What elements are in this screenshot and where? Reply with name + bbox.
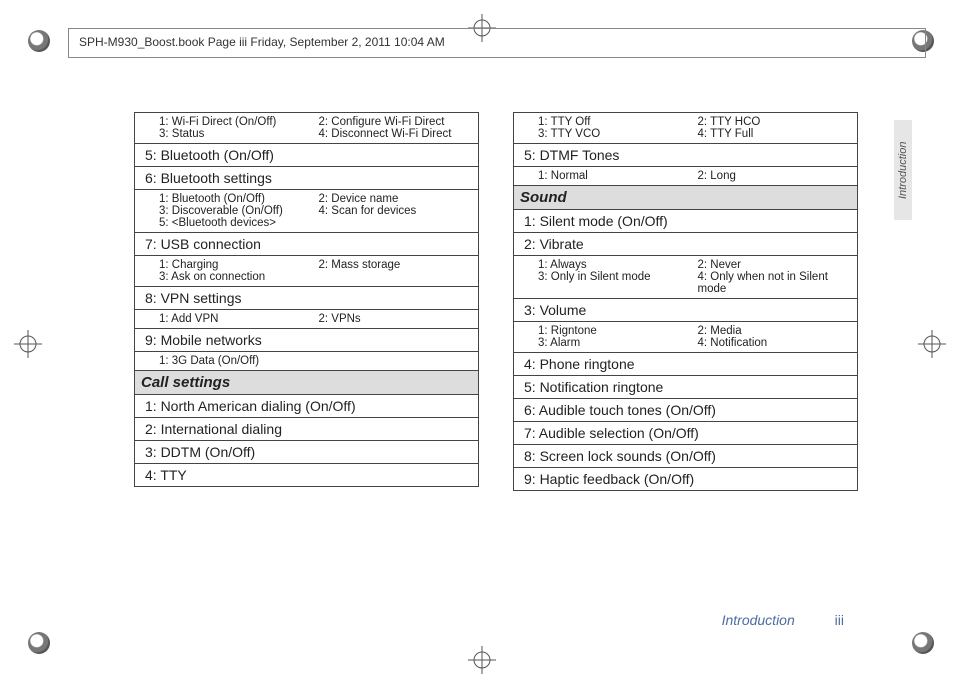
- page-header-bar: SPH-M930_Boost.book Page iii Friday, Sep…: [68, 28, 926, 58]
- sub-item: 2: Long: [698, 170, 852, 182]
- sub-item: 1: Bluetooth (On/Off): [159, 193, 313, 205]
- sub-item: 1: 3G Data (On/Off): [159, 355, 259, 367]
- sub-item: 4: Scan for devices: [319, 205, 473, 217]
- menu-notification-ringtone: 5: Notification ringtone: [513, 376, 858, 399]
- section-sound: Sound: [513, 186, 858, 210]
- sub-item: 5: <Bluetooth devices>: [159, 217, 313, 229]
- menu-screen-lock-sounds: 8: Screen lock sounds (On/Off): [513, 445, 858, 468]
- sub-item: 2: Mass storage: [319, 259, 473, 271]
- menu-intl-dialing: 2: International dialing: [134, 418, 479, 441]
- page-header-text: SPH-M930_Boost.book Page iii Friday, Sep…: [69, 29, 925, 55]
- menu-volume: 3: Volume: [513, 299, 858, 322]
- sub-item: 3: TTY VCO: [538, 128, 692, 140]
- footer-page-number: iii: [835, 612, 844, 628]
- crop-ornament-bottom-left: [28, 632, 50, 654]
- dtmf-sublist: 1: Normal 2: Long: [513, 167, 858, 186]
- crop-ornament-bottom-right: [912, 632, 934, 654]
- sub-item: 2: Configure Wi-Fi Direct: [319, 116, 473, 128]
- menu-bluetooth-settings: 6: Bluetooth settings: [134, 167, 479, 190]
- menu-vibrate: 2: Vibrate: [513, 233, 858, 256]
- menu-usb-connection: 7: USB connection: [134, 233, 479, 256]
- section-call-settings: Call settings: [134, 371, 479, 395]
- left-column: 1: Wi-Fi Direct (On/Off) 2: Configure Wi…: [134, 112, 479, 491]
- sub-item: 3: Only in Silent mode: [538, 271, 692, 295]
- wifi-direct-sublist: 1: Wi-Fi Direct (On/Off) 2: Configure Wi…: [134, 112, 479, 144]
- footer-section-label: Introduction: [722, 612, 795, 628]
- menu-ddtm: 3: DDTM (On/Off): [134, 441, 479, 464]
- sub-item: 1: Rigntone: [538, 325, 692, 337]
- menu-audible-touch-tones: 6: Audible touch tones (On/Off): [513, 399, 858, 422]
- sub-item: 2: Never: [698, 259, 852, 271]
- sub-item: 1: Add VPN: [159, 313, 313, 325]
- sub-item: 1: Always: [538, 259, 692, 271]
- menu-phone-ringtone: 4: Phone ringtone: [513, 353, 858, 376]
- crop-ornament-top-left: [28, 30, 50, 52]
- volume-sublist: 1: Rigntone 2: Media 3: Alarm 4: Notific…: [513, 322, 858, 353]
- sub-item: 2: VPNs: [319, 313, 473, 325]
- tty-sublist: 1: TTY Off 2: TTY HCO 3: TTY VCO 4: TTY …: [513, 112, 858, 144]
- vpn-sublist: 1: Add VPN 2: VPNs: [134, 310, 479, 329]
- sub-item: 1: TTY Off: [538, 116, 692, 128]
- vibrate-sublist: 1: Always 2: Never 3: Only in Silent mod…: [513, 256, 858, 299]
- menu-tty: 4: TTY: [134, 464, 479, 487]
- mobile-sublist: 1: 3G Data (On/Off): [134, 352, 479, 371]
- sub-item: 3: Discoverable (On/Off): [159, 205, 313, 217]
- sub-item: 2: Device name: [319, 193, 473, 205]
- menu-audible-selection: 7: Audible selection (On/Off): [513, 422, 858, 445]
- menu-mobile-networks: 9: Mobile networks: [134, 329, 479, 352]
- bluetooth-sublist: 1: Bluetooth (On/Off) 2: Device name 3: …: [134, 190, 479, 233]
- sub-item: 2: TTY HCO: [698, 116, 852, 128]
- sub-item: 3: Status: [159, 128, 313, 140]
- menu-na-dialing: 1: North American dialing (On/Off): [134, 395, 479, 418]
- sub-item: 2: Media: [698, 325, 852, 337]
- menu-silent-mode: 1: Silent mode (On/Off): [513, 210, 858, 233]
- usb-sublist: 1: Charging 2: Mass storage 3: Ask on co…: [134, 256, 479, 287]
- crosshair-bottom: [468, 646, 496, 674]
- sub-item: 4: Disconnect Wi-Fi Direct: [319, 128, 473, 140]
- right-column: 1: TTY Off 2: TTY HCO 3: TTY VCO 4: TTY …: [513, 112, 858, 491]
- side-tab-label: Introduction: [894, 120, 912, 220]
- sub-item: 4: TTY Full: [698, 128, 852, 140]
- sub-item: 4: Notification: [698, 337, 852, 349]
- menu-bluetooth: 5: Bluetooth (On/Off): [134, 144, 479, 167]
- content-columns: 1: Wi-Fi Direct (On/Off) 2: Configure Wi…: [134, 112, 864, 491]
- menu-vpn-settings: 8: VPN settings: [134, 287, 479, 310]
- menu-dtmf-tones: 5: DTMF Tones: [513, 144, 858, 167]
- crosshair-left: [14, 330, 42, 358]
- sub-item: 1: Charging: [159, 259, 313, 271]
- sub-item: 3: Alarm: [538, 337, 692, 349]
- sub-item: 1: Wi-Fi Direct (On/Off): [159, 116, 313, 128]
- sub-item: 4: Only when not in Silent mode: [698, 271, 852, 295]
- page-footer: Introduction iii: [722, 612, 844, 628]
- crosshair-right: [918, 330, 946, 358]
- menu-haptic-feedback: 9: Haptic feedback (On/Off): [513, 468, 858, 491]
- sub-item: 1: Normal: [538, 170, 692, 182]
- sub-item: 3: Ask on connection: [159, 271, 313, 283]
